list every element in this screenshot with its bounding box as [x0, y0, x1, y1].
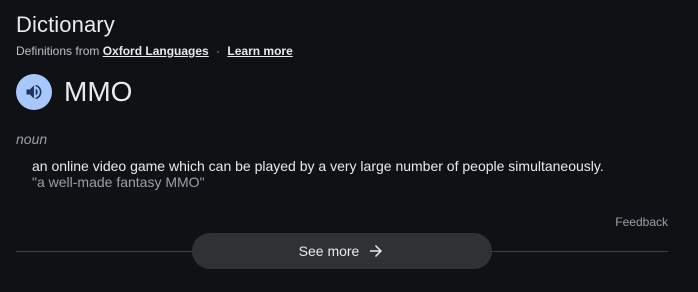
dictionary-card: Dictionary Definitions from Oxford Langu… [0, 0, 698, 292]
pronunciation-audio-button[interactable] [16, 74, 52, 110]
learn-more-link[interactable]: Learn more [227, 44, 292, 58]
arrow-right-icon [367, 242, 385, 260]
headword: MMO [64, 76, 133, 107]
oxford-languages-link[interactable]: Oxford Languages [103, 44, 209, 58]
part-of-speech: noun [16, 131, 48, 147]
source-prefix: Definitions from [16, 44, 100, 58]
definitions-source: Definitions from Oxford Languages · Lear… [16, 43, 293, 59]
see-more-label: See more [298, 243, 360, 259]
see-more-button[interactable]: See more [192, 233, 492, 269]
example-sentence: "a well-made fantasy MMO" [32, 174, 205, 190]
feedback-link[interactable]: Feedback [615, 214, 668, 230]
dictionary-title: Dictionary [16, 12, 115, 37]
volume-up-icon [24, 82, 44, 102]
source-separator: · [216, 44, 221, 58]
